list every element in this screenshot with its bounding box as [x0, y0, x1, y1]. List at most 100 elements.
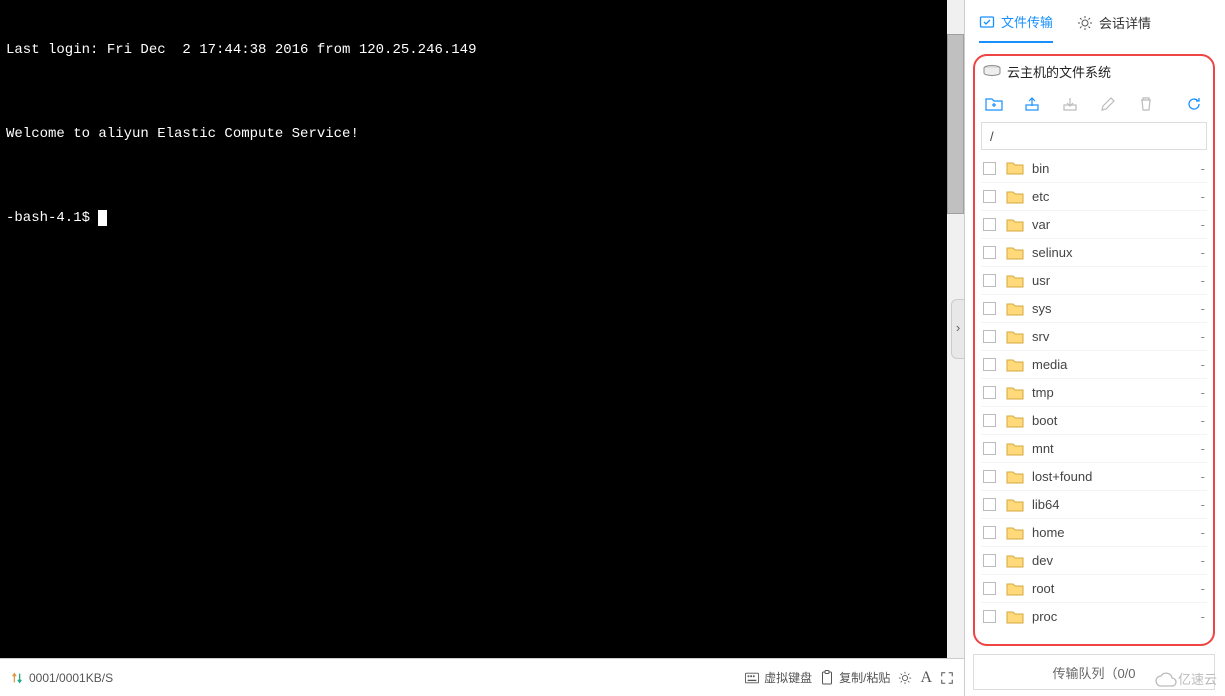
file-row[interactable]: sys- — [981, 294, 1207, 322]
file-size: - — [1201, 553, 1205, 568]
edit-button[interactable] — [1099, 95, 1117, 113]
file-name: proc — [1032, 609, 1191, 624]
clipboard-icon — [820, 671, 834, 685]
file-name: var — [1032, 217, 1191, 232]
file-row[interactable]: proc- — [981, 602, 1207, 630]
file-checkbox[interactable] — [983, 358, 996, 371]
folder-icon — [1006, 330, 1022, 344]
folder-icon — [1006, 386, 1022, 400]
file-row[interactable]: selinux- — [981, 238, 1207, 266]
disk-icon — [983, 65, 999, 77]
file-checkbox[interactable] — [983, 190, 996, 203]
folder-icon — [1006, 610, 1022, 624]
file-size: - — [1201, 581, 1205, 596]
file-name: tmp — [1032, 385, 1191, 400]
file-checkbox[interactable] — [983, 414, 996, 427]
file-name: lib64 — [1032, 497, 1191, 512]
file-row[interactable]: media- — [981, 350, 1207, 378]
file-name: etc — [1032, 189, 1191, 204]
path-input[interactable]: / — [981, 122, 1207, 150]
file-checkbox[interactable] — [983, 246, 996, 259]
transfer-speed: 0001/0001KB/S — [29, 671, 113, 685]
file-row[interactable]: tmp- — [981, 378, 1207, 406]
file-row[interactable]: mnt- — [981, 434, 1207, 462]
folder-icon — [1006, 218, 1022, 232]
file-checkbox[interactable] — [983, 470, 996, 483]
file-checkbox[interactable] — [983, 442, 996, 455]
file-list[interactable]: bin-etc-var-selinux-usr-sys-srv-media-tm… — [981, 154, 1207, 640]
folder-icon — [1006, 582, 1022, 596]
tab-session-details[interactable]: 会话详情 — [1077, 3, 1151, 42]
file-row[interactable]: usr- — [981, 266, 1207, 294]
font-size-button[interactable]: A — [920, 669, 932, 687]
panel-collapse-handle[interactable]: › — [951, 299, 964, 359]
font-letter-icon: A — [920, 669, 932, 687]
terminal-prompt-line: -bash-4.1$ — [6, 210, 958, 227]
gear-icon — [1077, 15, 1093, 31]
file-name: boot — [1032, 413, 1191, 428]
download-button[interactable] — [1061, 95, 1079, 113]
chevron-right-icon: › — [954, 321, 962, 337]
watermark-text: 亿速云 — [1178, 669, 1217, 688]
fullscreen-button[interactable] — [940, 671, 954, 685]
file-size: - — [1201, 357, 1205, 372]
file-toolbar — [975, 86, 1213, 122]
delete-button[interactable] — [1137, 95, 1155, 113]
file-size: - — [1201, 413, 1205, 428]
file-row[interactable]: boot- — [981, 406, 1207, 434]
file-row[interactable]: srv- — [981, 322, 1207, 350]
virtual-keyboard-button[interactable]: 虚拟键盘 — [745, 669, 812, 686]
tab-file-transfer[interactable]: 文件传输 — [979, 2, 1053, 43]
transfer-queue-label: 传输队列（0/0 — [1052, 663, 1135, 682]
folder-icon — [1006, 498, 1022, 512]
file-row[interactable]: root- — [981, 574, 1207, 602]
file-checkbox[interactable] — [983, 162, 996, 175]
file-row[interactable]: home- — [981, 518, 1207, 546]
file-row[interactable]: etc- — [981, 182, 1207, 210]
file-checkbox[interactable] — [983, 582, 996, 595]
file-checkbox[interactable] — [983, 386, 996, 399]
terminal[interactable]: Last login: Fri Dec 2 17:44:38 2016 from… — [0, 0, 964, 658]
file-checkbox[interactable] — [983, 498, 996, 511]
virtual-keyboard-label: 虚拟键盘 — [764, 669, 812, 686]
panel-header: 云主机的文件系统 — [975, 56, 1213, 86]
file-row[interactable]: bin- — [981, 154, 1207, 182]
file-size: - — [1201, 161, 1205, 176]
file-name: media — [1032, 357, 1191, 372]
file-checkbox[interactable] — [983, 526, 996, 539]
file-name: sys — [1032, 301, 1191, 316]
file-name: bin — [1032, 161, 1191, 176]
scrollbar-thumb[interactable] — [947, 34, 964, 214]
file-name: mnt — [1032, 441, 1191, 456]
file-row[interactable]: lib64- — [981, 490, 1207, 518]
refresh-button[interactable] — [1185, 95, 1203, 113]
transfer-speed-indicator: 0001/0001KB/S — [10, 671, 113, 685]
file-checkbox[interactable] — [983, 554, 996, 567]
file-name: selinux — [1032, 245, 1191, 260]
file-size: - — [1201, 609, 1205, 624]
folder-icon — [1006, 274, 1022, 288]
file-size: - — [1201, 273, 1205, 288]
folder-icon — [1006, 554, 1022, 568]
cloud-icon — [1154, 672, 1174, 686]
tab-file-transfer-label: 文件传输 — [1001, 12, 1053, 31]
file-name: lost+found — [1032, 469, 1191, 484]
terminal-line: Welcome to aliyun Elastic Compute Servic… — [6, 126, 958, 143]
copy-paste-button[interactable]: 复制/粘贴 — [820, 669, 890, 686]
file-checkbox[interactable] — [983, 302, 996, 315]
file-transfer-icon — [979, 14, 995, 30]
file-row[interactable]: var- — [981, 210, 1207, 238]
folder-icon — [1006, 358, 1022, 372]
file-checkbox[interactable] — [983, 610, 996, 623]
folder-icon — [1006, 414, 1022, 428]
upload-button[interactable] — [1023, 95, 1041, 113]
file-checkbox[interactable] — [983, 274, 996, 287]
settings-button[interactable] — [898, 671, 912, 685]
file-row[interactable]: lost+found- — [981, 462, 1207, 490]
current-path: / — [990, 129, 994, 144]
file-checkbox[interactable] — [983, 218, 996, 231]
file-checkbox[interactable] — [983, 330, 996, 343]
new-folder-button[interactable] — [985, 95, 1003, 113]
folder-icon — [1006, 161, 1022, 175]
file-row[interactable]: dev- — [981, 546, 1207, 574]
